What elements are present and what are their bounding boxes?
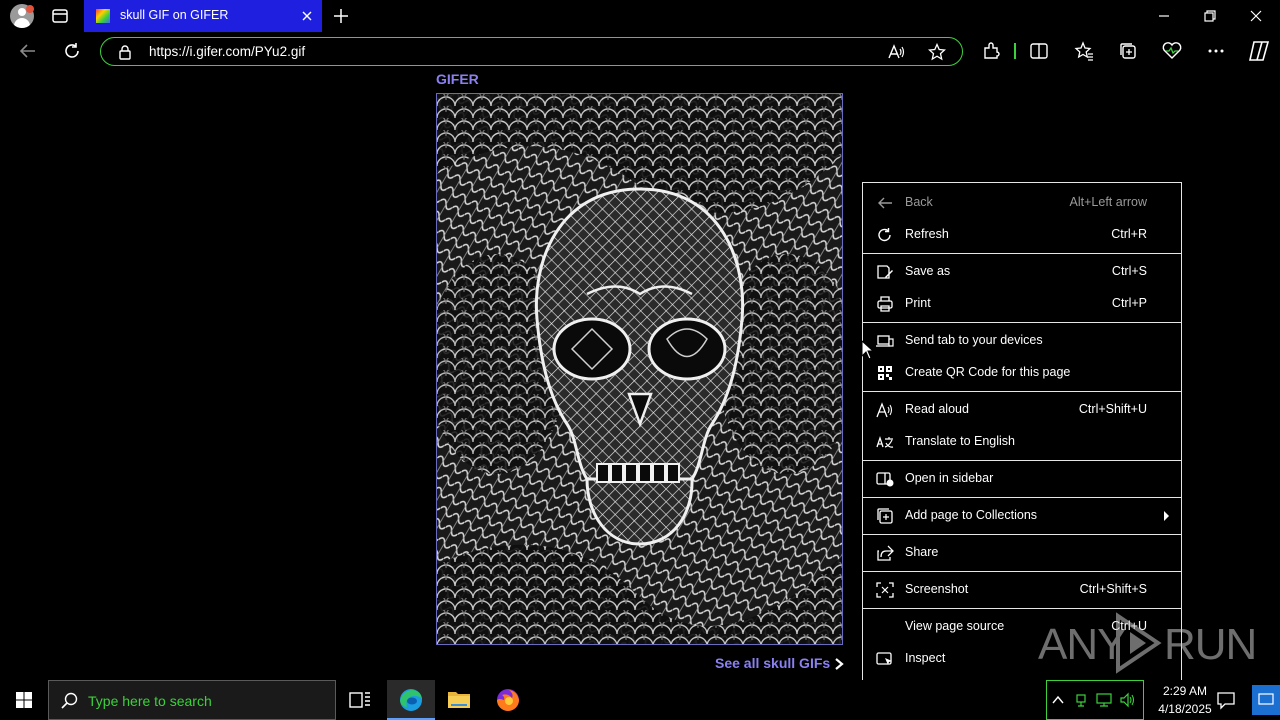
skull-gif-image[interactable]: [436, 93, 843, 645]
chevron-right-icon[interactable]: [833, 657, 845, 671]
window-minimize-icon[interactable]: [1154, 8, 1174, 24]
browser-toolbar: https://i.gifer.com/PYu2.gif: [0, 32, 1280, 70]
notification-center-icon[interactable]: [1216, 690, 1236, 710]
read-aloud-icon: [876, 402, 894, 418]
start-button[interactable]: [0, 680, 48, 720]
taskbar-file-explorer-button[interactable]: [435, 680, 483, 720]
back-icon[interactable]: [17, 40, 39, 62]
task-view-button[interactable]: [336, 680, 384, 720]
refresh-icon[interactable]: [61, 40, 83, 62]
collections-icon: [876, 508, 894, 524]
firefox-icon: [497, 689, 519, 711]
menu-item-open-in-sidebar[interactable]: Open in sidebar: [863, 463, 1181, 495]
taskbar: Type here to search 2:29 AM 4/18/2025: [0, 680, 1280, 720]
search-placeholder: Type here to search: [88, 693, 212, 709]
menu-item-add-to-collections[interactable]: Add page to Collections: [863, 500, 1181, 532]
see-all-skull-gifs-link[interactable]: See all skull GIFs: [715, 655, 830, 671]
taskbar-firefox-button[interactable]: [484, 680, 532, 720]
network-icon[interactable]: [1095, 692, 1113, 708]
clock-date[interactable]: 4/18/2025: [1146, 702, 1224, 716]
profile-notification-dot: [26, 5, 34, 13]
menu-item-refresh[interactable]: Refresh Ctrl+R: [863, 219, 1181, 251]
taskbar-edge-button[interactable]: [387, 680, 435, 720]
menu-item-create-qr-code[interactable]: Create QR Code for this page: [863, 357, 1181, 389]
url-text[interactable]: https://i.gifer.com/PYu2.gif: [149, 44, 305, 59]
back-arrow-icon: [876, 195, 894, 211]
menu-separator: [863, 571, 1181, 572]
new-tab-icon[interactable]: [332, 7, 350, 25]
print-icon: [876, 296, 894, 312]
copilot-icon[interactable]: [1246, 38, 1272, 64]
menu-separator: [863, 497, 1181, 498]
address-bar[interactable]: https://i.gifer.com/PYu2.gif: [100, 37, 963, 66]
taskbar-search-box[interactable]: Type here to search: [48, 680, 336, 720]
menu-item-share[interactable]: Share: [863, 537, 1181, 569]
tab-title: skull GIF on GIFER: [120, 8, 229, 22]
send-tab-icon: [876, 333, 894, 349]
collections-icon[interactable]: [1117, 40, 1139, 62]
split-screen-icon[interactable]: [1028, 40, 1050, 62]
menu-item-send-tab[interactable]: Send tab to your devices: [863, 325, 1181, 357]
mouse-cursor-icon: [861, 340, 875, 360]
gifer-favicon-icon: [96, 9, 110, 23]
lock-icon[interactable]: [117, 44, 133, 60]
refresh-icon: [876, 227, 894, 243]
tab-active[interactable]: skull GIF on GIFER: [84, 0, 322, 32]
volume-icon[interactable]: [1119, 692, 1137, 708]
extensions-icon[interactable]: [980, 40, 1002, 62]
menu-separator: [863, 608, 1181, 609]
menu-item-save-as[interactable]: Save as Ctrl+S: [863, 256, 1181, 288]
show-hidden-icons-icon[interactable]: [1051, 693, 1065, 707]
favorites-icon[interactable]: [1073, 40, 1095, 62]
title-bar: skull GIF on GIFER: [0, 0, 1280, 32]
system-tray: [1046, 680, 1144, 720]
menu-separator: [863, 391, 1181, 392]
menu-separator: [863, 534, 1181, 535]
watermark-text-right: RUN: [1164, 620, 1257, 669]
menu-separator: [863, 253, 1181, 254]
qr-code-icon: [876, 365, 894, 381]
more-options-icon[interactable]: [1205, 40, 1227, 62]
anyrun-watermark: ANY RUN: [1038, 610, 1257, 674]
browser-essentials-icon[interactable]: [1161, 40, 1183, 62]
task-view-icon: [349, 692, 370, 708]
inspect-icon: [876, 651, 894, 667]
menu-item-read-aloud[interactable]: Read aloud Ctrl+Shift+U: [863, 394, 1181, 426]
menu-item-print[interactable]: Print Ctrl+P: [863, 288, 1181, 320]
folder-icon: [448, 692, 470, 708]
menu-item-translate[interactable]: Translate to English: [863, 426, 1181, 458]
screenshot-icon: [876, 582, 894, 598]
save-as-icon: [876, 264, 894, 280]
sidebar-icon: [876, 471, 894, 487]
clock-time[interactable]: 2:29 AM: [1150, 684, 1220, 698]
read-aloud-icon[interactable]: [887, 43, 905, 61]
edge-icon: [400, 689, 422, 711]
menu-separator: [863, 460, 1181, 461]
menu-item-back[interactable]: Back Alt+Left arrow: [863, 187, 1181, 219]
favorite-star-icon[interactable]: [928, 43, 946, 61]
desktop-icon: [1258, 693, 1274, 705]
show-desktop-button[interactable]: [1252, 685, 1280, 715]
submenu-arrow-icon: [1164, 511, 1169, 521]
gifer-brand-link[interactable]: GIFER: [436, 71, 479, 87]
tab-actions-icon[interactable]: [50, 6, 70, 26]
menu-item-screenshot[interactable]: Screenshot Ctrl+Shift+S: [863, 574, 1181, 606]
translate-icon: [876, 434, 894, 450]
hardware-icon[interactable]: [1073, 692, 1089, 708]
watermark-play-logo: [1116, 612, 1162, 674]
window-restore-icon[interactable]: [1200, 6, 1220, 26]
menu-separator: [863, 322, 1181, 323]
window-close-icon[interactable]: [1246, 6, 1266, 26]
tab-close-icon[interactable]: [300, 9, 314, 23]
search-icon: [61, 692, 79, 710]
windows-logo-icon: [16, 692, 32, 708]
context-menu: Back Alt+Left arrow Refresh Ctrl+R Save …: [862, 182, 1182, 680]
share-icon: [876, 545, 894, 561]
toolbar-divider: [1014, 43, 1016, 59]
